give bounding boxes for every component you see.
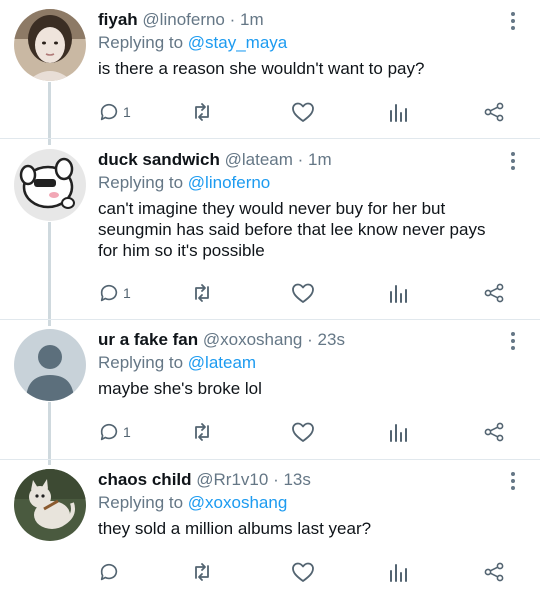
user-handle[interactable]: @xoxoshang (203, 330, 303, 349)
like-icon (292, 102, 314, 122)
user-handle[interactable]: @linoferno (142, 10, 224, 29)
stats-button[interactable] (388, 101, 408, 123)
share-button[interactable] (483, 561, 505, 583)
retweet-button[interactable] (190, 421, 214, 443)
mention-link[interactable]: @stay_maya (188, 33, 287, 52)
like-button[interactable] (291, 101, 315, 123)
more-vertical-icon[interactable] (510, 332, 516, 350)
like-icon (292, 283, 314, 303)
like-button[interactable] (291, 561, 315, 583)
tweet-content: ur a fake fan @xoxoshang · 23s Replying … (98, 329, 500, 399)
reply-count: 1 (123, 285, 131, 301)
retweet-button[interactable] (190, 282, 214, 304)
reply-count: 1 (123, 424, 131, 440)
share-icon (484, 283, 504, 303)
reply-button[interactable]: 1 (98, 421, 131, 443)
share-icon (484, 102, 504, 122)
tweet-actions: 1 (98, 282, 518, 304)
replying-prefix: Replying to (98, 33, 184, 52)
more-vertical-icon[interactable] (510, 12, 516, 30)
stats-icon (390, 564, 407, 582)
avatar[interactable] (14, 149, 86, 221)
share-icon (484, 422, 504, 442)
tweet-text: they sold a million albums last year? (98, 519, 372, 538)
replying-to-line: Replying to @xoxoshang (98, 492, 500, 514)
separator-dot: · (297, 150, 304, 169)
mention-link[interactable]: @lateam (188, 353, 256, 372)
tweet-header: duck sandwich @lateam · 1m (98, 149, 500, 171)
user-handle[interactable]: @Rr1v10 (196, 470, 268, 489)
share-icon (484, 562, 504, 582)
replying-prefix: Replying to (98, 353, 184, 372)
separator-dot: · (229, 10, 236, 29)
reply-button[interactable]: 1 (98, 101, 131, 123)
more-vertical-icon[interactable] (510, 472, 516, 490)
display-name[interactable]: ur a fake fan (98, 330, 198, 349)
stats-button[interactable] (388, 421, 408, 443)
reply-icon (100, 103, 118, 121)
share-button[interactable] (483, 421, 505, 443)
stats-icon (390, 424, 407, 442)
tweet-actions (98, 561, 518, 583)
tweet-header: ur a fake fan @xoxoshang · 23s (98, 329, 500, 351)
reply-icon (100, 563, 118, 581)
tweet-header: chaos child @Rr1v10 · 13s (98, 469, 500, 491)
separator-dot: · (307, 330, 313, 349)
timestamp[interactable]: 23s (318, 330, 345, 349)
like-icon (292, 422, 314, 442)
timestamp[interactable]: 13s (283, 470, 310, 489)
replying-prefix: Replying to (98, 173, 184, 192)
more-vertical-icon[interactable] (510, 152, 516, 170)
share-button[interactable] (483, 282, 505, 304)
tweet-content: fiyah @linoferno · 1m Replying to @stay_… (98, 9, 500, 79)
retweet-icon (195, 563, 209, 581)
stats-button[interactable] (388, 282, 408, 304)
retweet-icon (195, 423, 209, 441)
reply-count: 1 (123, 104, 131, 120)
retweet-icon (195, 103, 209, 121)
timestamp[interactable]: 1m (240, 10, 264, 29)
display-name[interactable]: fiyah (98, 10, 138, 29)
separator-dot: · (273, 470, 279, 489)
replying-to-line: Replying to @linoferno (98, 172, 500, 194)
timestamp[interactable]: 1m (308, 150, 332, 169)
avatar[interactable] (14, 469, 86, 541)
tweet-content: duck sandwich @lateam · 1m Replying to @… (98, 149, 500, 261)
user-handle[interactable]: @lateam (225, 150, 293, 169)
reply-button[interactable] (98, 561, 123, 583)
replying-to-line: Replying to @stay_maya (98, 32, 500, 54)
replying-to-line: Replying to @lateam (98, 352, 500, 374)
reply-icon (100, 423, 118, 441)
avatar[interactable] (14, 9, 86, 81)
like-button[interactable] (291, 421, 315, 443)
display-name[interactable]: duck sandwich (98, 150, 220, 169)
display-name[interactable]: chaos child (98, 470, 192, 489)
like-button[interactable] (291, 282, 315, 304)
default-avatar[interactable] (14, 329, 86, 401)
tweet-header: fiyah @linoferno · 1m (98, 9, 500, 31)
divider (0, 138, 540, 139)
stats-icon (390, 104, 407, 122)
tweet-text: can't imagine they would never buy for h… (98, 199, 486, 260)
mention-link[interactable]: @linoferno (188, 173, 270, 192)
retweet-button[interactable] (190, 101, 214, 123)
reply-icon (100, 284, 118, 302)
tweet-actions: 1 (98, 101, 518, 123)
mention-link[interactable]: @xoxoshang (188, 493, 288, 512)
retweet-button[interactable] (190, 561, 214, 583)
replying-prefix: Replying to (98, 493, 184, 512)
reply-thread: fiyah @linoferno · 1m Replying to @stay_… (0, 0, 540, 595)
reply-button[interactable]: 1 (98, 282, 131, 304)
tweet-text: is there a reason she wouldn't want to p… (98, 59, 425, 78)
stats-button[interactable] (388, 561, 408, 583)
share-button[interactable] (483, 101, 505, 123)
tweet-text: maybe she's broke lol (98, 379, 262, 398)
retweet-icon (195, 284, 209, 302)
like-icon (292, 562, 314, 582)
tweet-actions: 1 (98, 421, 518, 443)
stats-icon (390, 285, 407, 303)
tweet-content: chaos child @Rr1v10 · 13s Replying to @x… (98, 469, 500, 539)
